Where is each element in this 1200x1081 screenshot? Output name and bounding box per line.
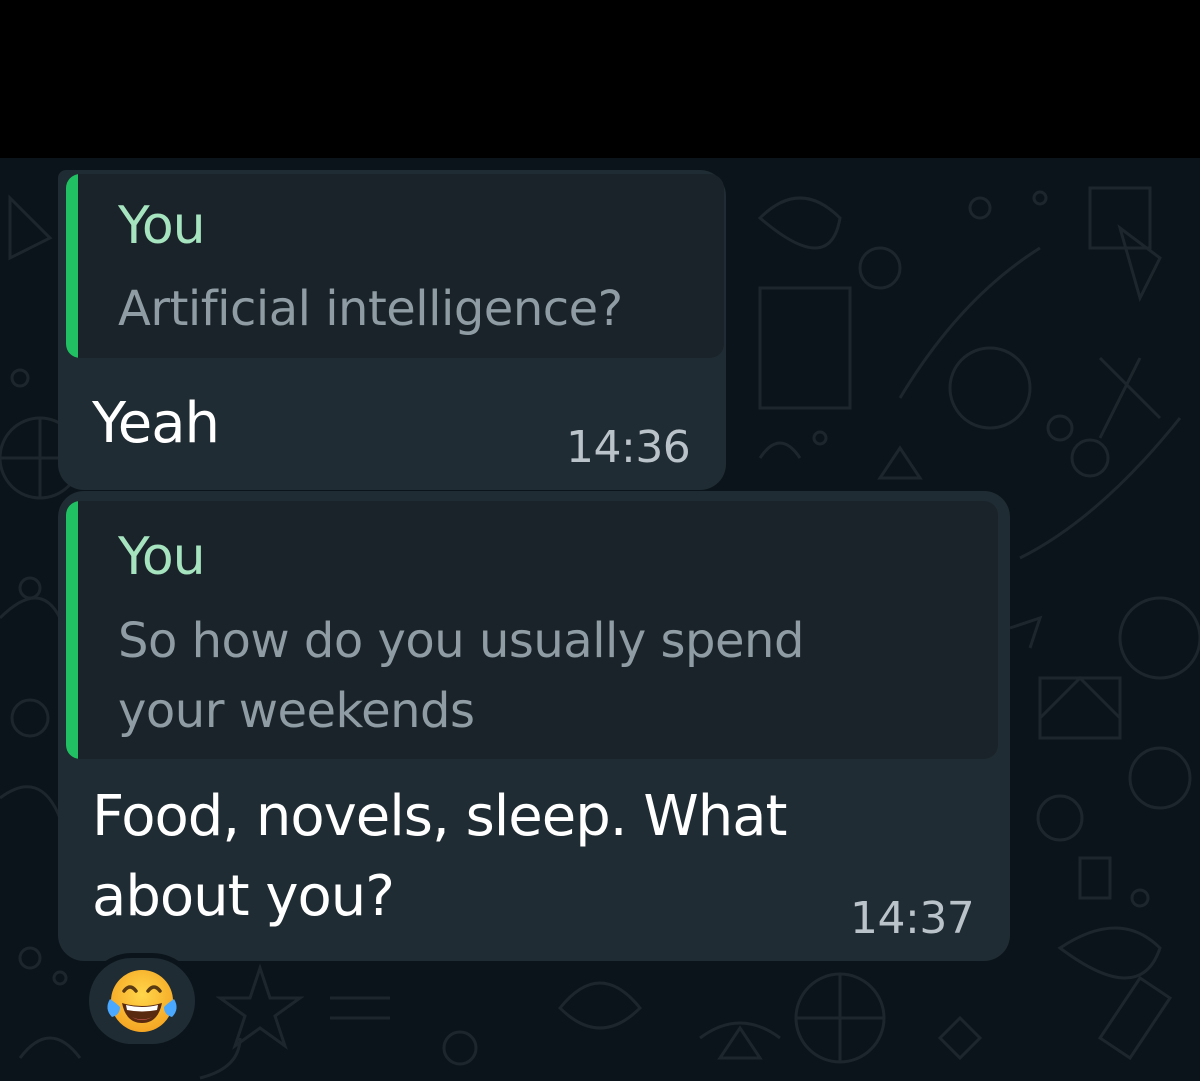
tears-of-joy-emoji-icon	[107, 970, 177, 1032]
quote-accent-bar	[66, 501, 78, 759]
reaction-badge[interactable]	[84, 953, 200, 1049]
quote-author: You	[118, 527, 206, 587]
message-text-line: about you?	[92, 864, 395, 929]
quoted-reply[interactable]: You Artificial intelligence?	[66, 174, 724, 358]
quote-text-line: your weekends	[118, 683, 475, 739]
message-bubble[interactable]: You Artificial intelligence? Yeah 14:36	[58, 170, 726, 490]
quote-accent-bar	[66, 174, 78, 358]
message-timestamp: 14:37	[850, 893, 975, 944]
quote-text: Artificial intelligence?	[118, 281, 623, 337]
chat-background[interactable]: You Artificial intelligence? Yeah 14:36 …	[0, 158, 1200, 1081]
message-text: Yeah	[92, 391, 220, 456]
status-bar-area	[0, 0, 1200, 158]
message-bubble[interactable]: You So how do you usually spend your wee…	[58, 491, 1010, 961]
quote-text-line: So how do you usually spend	[118, 613, 804, 669]
message-timestamp: 14:36	[566, 422, 691, 473]
quoted-reply[interactable]: You So how do you usually spend your wee…	[66, 501, 998, 759]
message-text-line: Food, novels, sleep. What	[92, 784, 787, 849]
quote-author: You	[118, 196, 206, 256]
